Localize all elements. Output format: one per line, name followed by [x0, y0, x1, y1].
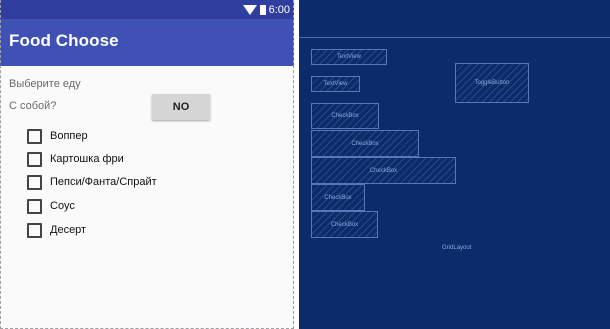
form-content: Выберите еду С собой? NO Воппер Картошка…	[0, 66, 294, 329]
battery-icon	[259, 4, 266, 15]
checkbox-icon[interactable]	[27, 151, 42, 167]
food-item-label: Картошка фри	[50, 153, 124, 165]
status-icons: 6:00	[242, 2, 290, 17]
design-preview: 6:00 Food Choose Выберите еду С собой? N…	[0, 0, 294, 329]
checkbox-icon[interactable]	[27, 174, 42, 190]
food-item-label: Пепси/Фанта/Спрайт	[50, 176, 157, 188]
food-item-checkbox[interactable]: Картошка фри	[27, 149, 124, 169]
food-item-checkbox[interactable]: Воппер	[27, 126, 88, 146]
blueprint-divider	[299, 37, 610, 38]
food-item-checkbox[interactable]: Соус	[27, 196, 75, 216]
blueprint-view: TextView TextView ToggleButton CheckBox …	[299, 0, 610, 329]
blueprint-textview[interactable]: TextView	[311, 49, 387, 65]
blueprint-checkbox[interactable]: CheckBox	[311, 130, 419, 157]
checkbox-icon[interactable]	[27, 198, 42, 214]
blueprint-checkbox[interactable]: CheckBox	[311, 157, 456, 184]
blueprint-checkbox[interactable]: CheckBox	[311, 103, 379, 129]
blueprint-checkbox[interactable]: CheckBox	[311, 184, 365, 211]
checkbox-icon[interactable]	[27, 222, 42, 238]
takeaway-toggle-button[interactable]: NO	[152, 94, 210, 120]
blueprint-layout-label: GridLayout	[442, 245, 472, 251]
food-item-label: Десерт	[50, 224, 87, 236]
takeaway-label: С собой?	[9, 100, 57, 112]
food-item-checkbox[interactable]: Пепси/Фанта/Спрайт	[27, 172, 157, 192]
food-item-label: Воппер	[50, 130, 88, 142]
status-bar: 6:00	[0, 0, 294, 19]
blueprint-textview[interactable]: TextView	[311, 76, 360, 92]
food-item-checkbox[interactable]: Десерт	[27, 220, 86, 240]
checkbox-icon[interactable]	[27, 128, 42, 144]
blueprint-checkbox[interactable]: CheckBox	[311, 211, 378, 238]
signal-icon	[242, 4, 257, 15]
status-time: 6:00	[268, 3, 290, 16]
food-prompt-label: Выберите еду	[9, 78, 81, 90]
app-title: Food Choose	[9, 31, 119, 50]
blueprint-togglebutton[interactable]: ToggleButton	[455, 63, 529, 103]
app-bar: Food Choose	[0, 19, 294, 66]
food-item-label: Соус	[50, 200, 75, 212]
